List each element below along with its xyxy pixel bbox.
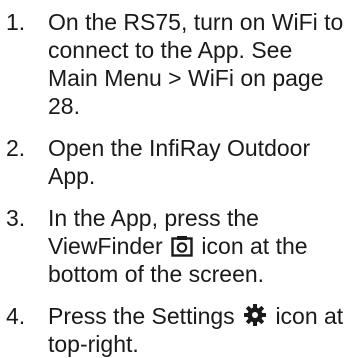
viewfinder-camera-icon [171, 235, 193, 257]
step-number: 4. [6, 303, 26, 329]
gear-icon [243, 303, 267, 327]
step-number: 2. [6, 135, 26, 161]
instruction-list: 1. On the RS75, turn on WiFi to connect … [0, 8, 353, 358]
step-2: 2. Open the InfiRay Outdoor App. [0, 134, 353, 190]
step-number: 3. [6, 205, 26, 231]
step-text: On the RS75, turn on WiFi to connect to … [48, 9, 344, 119]
step-number: 1. [6, 9, 26, 35]
step-text-before: Press the Settings [48, 303, 235, 329]
step-4: 4. Press the Settings icon at top-right. [0, 302, 353, 358]
step-text: Open the InfiRay Outdoor App. [48, 135, 311, 189]
step-3: 3. In the App, press the ViewFinder icon… [0, 204, 353, 288]
step-1: 1. On the RS75, turn on WiFi to connect … [0, 8, 353, 120]
